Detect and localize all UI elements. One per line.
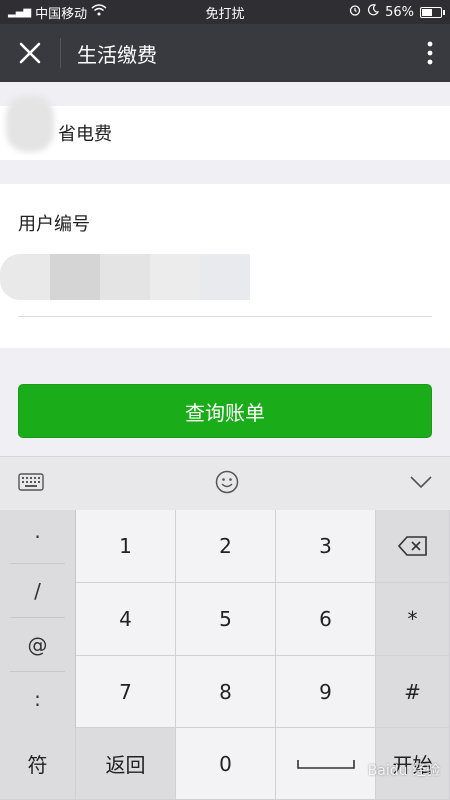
alarm-icon [349, 4, 361, 20]
keyboard-icon[interactable] [18, 472, 44, 495]
symbol-column: · / @ : [0, 510, 76, 728]
bill-type-label: 省电费 [58, 124, 112, 145]
key-slash[interactable]: / [10, 564, 65, 618]
more-button[interactable] [410, 24, 450, 82]
blur-block [100, 254, 150, 300]
key-5[interactable]: 5 [176, 583, 276, 656]
key-9[interactable]: 9 [276, 656, 376, 728]
symbol-key[interactable]: 符 [0, 728, 76, 800]
key-hash[interactable]: # [376, 656, 450, 728]
key-4[interactable]: 4 [76, 583, 176, 656]
key-7[interactable]: 7 [76, 656, 176, 728]
key-at[interactable]: @ [10, 618, 65, 672]
close-button[interactable] [0, 24, 60, 82]
blur-block [150, 254, 200, 300]
back-key[interactable]: 返回 [76, 728, 176, 800]
blurred-region-icon [6, 96, 54, 152]
battery-icon [420, 6, 445, 18]
key-1[interactable]: 1 [76, 510, 176, 583]
user-id-label: 用户编号 [18, 214, 90, 235]
watermark: Baidu 经验 [367, 763, 440, 779]
backspace-button[interactable] [376, 510, 450, 583]
space-key[interactable] [276, 728, 376, 800]
blur-block [200, 254, 250, 300]
status-bar: ▂▄▆ 中国移动 免打扰 56% [0, 0, 450, 24]
key-colon[interactable]: : [10, 672, 65, 726]
wifi-icon [91, 4, 107, 20]
battery-percent: 56% [385, 4, 414, 20]
query-bill-button[interactable]: 查询账单 [18, 384, 432, 438]
page-title: 生活缴费 [77, 42, 157, 67]
key-0[interactable]: 0 [176, 728, 276, 800]
app-screen: ▂▄▆ 中国移动 免打扰 56% 生活缴费 省电费 用户编号 查询账单 · / … [0, 0, 450, 800]
user-id-input[interactable] [0, 254, 250, 300]
blur-block [50, 254, 100, 300]
emoji-icon[interactable] [215, 470, 239, 498]
more-vertical-icon [427, 41, 433, 65]
backspace-icon [397, 536, 427, 556]
key-2[interactable]: 2 [176, 510, 276, 583]
key-3[interactable]: 3 [276, 510, 376, 583]
keyboard-toolbar [0, 456, 450, 510]
key-dot[interactable]: · [10, 510, 65, 564]
key-star[interactable]: * [376, 583, 450, 656]
nav-bar: 生活缴费 [0, 24, 450, 82]
carrier-label: 中国移动 [35, 6, 88, 22]
nav-divider [60, 38, 61, 68]
key-8[interactable]: 8 [176, 656, 276, 728]
input-underline [18, 316, 432, 317]
chevron-down-icon[interactable] [410, 474, 432, 493]
moon-icon [367, 4, 380, 20]
space-icon [296, 759, 355, 769]
blur-block [0, 254, 50, 300]
bill-type-row[interactable]: 省电费 [0, 106, 450, 160]
key-6[interactable]: 6 [276, 583, 376, 656]
signal-icon: ▂▄▆ [8, 6, 32, 18]
close-icon [19, 42, 41, 64]
